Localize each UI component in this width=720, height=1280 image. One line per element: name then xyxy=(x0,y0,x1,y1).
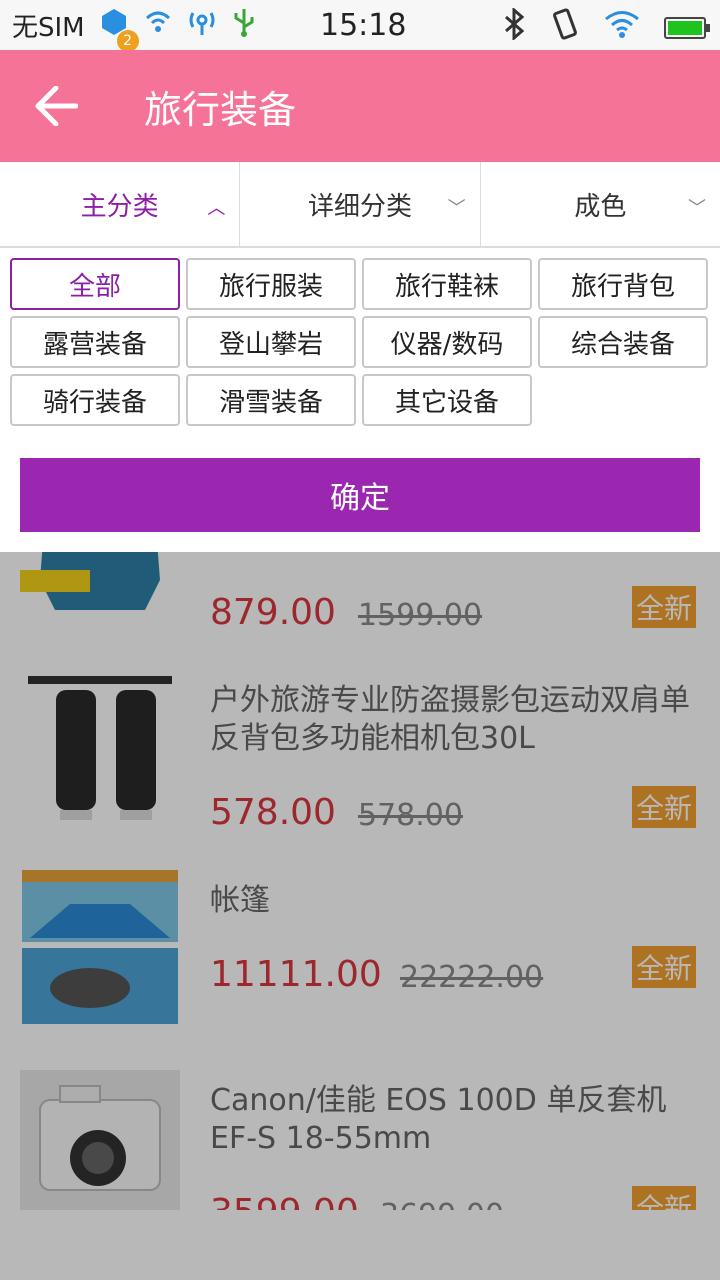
page-title: 旅行装备 xyxy=(144,87,297,132)
category-option[interactable]: 滑雪装备 xyxy=(186,374,356,426)
tab-label: 详细分类 xyxy=(307,191,412,222)
arrow-left-icon xyxy=(35,86,78,126)
carrier-label: 无SIM xyxy=(12,12,85,43)
tab-detail-category[interactable]: 详细分类 ﹀ xyxy=(240,162,481,246)
screen: 无SIM 2 15:18 旅行装备 主分类 ︿ 详细分类 ﹀ 成色 ﹀ 879.… xyxy=(0,0,720,1280)
chevron-down-icon: ﹀ xyxy=(687,198,706,219)
category-panel: 全部 旅行服装 旅行鞋袜 旅行背包 露营装备 登山攀岩 仪器/数码 综合装备 骑… xyxy=(0,248,720,552)
category-option[interactable]: 露营装备 xyxy=(10,316,180,368)
bluetooth-icon xyxy=(502,6,526,47)
back-button[interactable] xyxy=(0,50,112,162)
tab-label: 主分类 xyxy=(80,191,159,222)
tab-label: 成色 xyxy=(574,191,627,222)
category-option[interactable]: 骑行装备 xyxy=(10,374,180,426)
dim-overlay[interactable] xyxy=(0,552,720,1280)
status-time: 15:18 xyxy=(320,8,407,43)
status-right xyxy=(502,6,710,47)
tab-condition[interactable]: 成色 ﹀ xyxy=(481,162,720,246)
filter-bar: 主分类 ︿ 详细分类 ﹀ 成色 ﹀ xyxy=(0,162,720,248)
category-option[interactable]: 综合装备 xyxy=(538,316,708,368)
category-option[interactable]: 登山攀岩 xyxy=(186,316,356,368)
category-option-all[interactable]: 全部 xyxy=(10,258,180,310)
status-left: 无SIM 2 xyxy=(12,7,257,52)
confirm-button[interactable]: 确定 xyxy=(20,458,700,532)
hotspot-icon xyxy=(187,7,217,44)
category-option[interactable]: 仪器/数码 xyxy=(362,316,532,368)
status-bar: 无SIM 2 15:18 xyxy=(0,0,720,52)
tab-main-category[interactable]: 主分类 ︿ xyxy=(0,162,241,246)
notification-badge: 2 xyxy=(116,29,139,52)
chevron-down-icon: ﹀ xyxy=(447,198,466,219)
wifi-icon xyxy=(604,10,640,45)
vibrate-icon xyxy=(550,8,580,47)
title-bar: 旅行装备 xyxy=(0,50,720,162)
category-option[interactable]: 其它设备 xyxy=(362,374,532,426)
category-grid: 全部 旅行服装 旅行鞋袜 旅行背包 露营装备 登山攀岩 仪器/数码 综合装备 骑… xyxy=(10,258,710,426)
category-option[interactable]: 旅行背包 xyxy=(538,258,708,310)
notification-app-icon: 2 xyxy=(99,7,139,52)
chevron-up-icon: ︿ xyxy=(207,198,226,219)
battery-icon xyxy=(664,16,710,39)
category-option[interactable]: 旅行服装 xyxy=(186,258,356,310)
usb-icon xyxy=(231,7,257,44)
wifi-signal-icon xyxy=(143,8,173,43)
category-option[interactable]: 旅行鞋袜 xyxy=(362,258,532,310)
